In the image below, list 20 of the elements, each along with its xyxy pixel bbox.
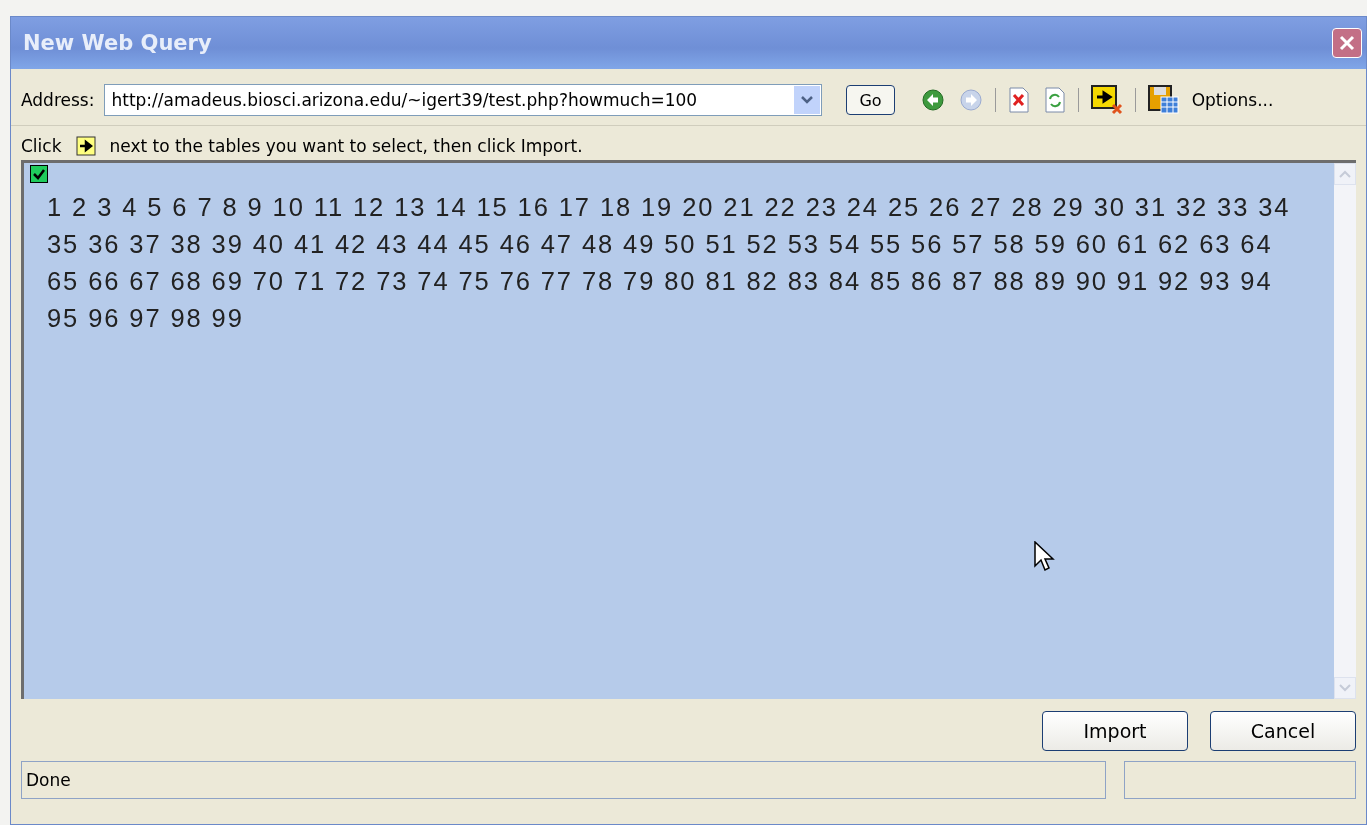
go-button[interactable]: Go bbox=[846, 85, 895, 115]
address-field[interactable]: http://amadeus.biosci.arizona.edu/~igert39/test.php?howmuch=100 bbox=[104, 84, 823, 116]
cancel-button[interactable]: Cancel bbox=[1210, 711, 1356, 751]
table-checkbox[interactable] bbox=[30, 165, 48, 183]
table-text: 1 2 3 4 5 6 7 8 9 10 11 12 13 14 15 16 17 18 19 20 21 22 23 24 25 26 27 28 29 30 31 32 33 34 35 36 37 38 39 40 41 42 43 44 45 46 47 48 49 50 51 52 53 54 55 56 57 58 59 60 61 62 63 64 65 66 67 68 69 70 71 72 73 74 75 76 77 78 79 80 81 82 83 84 85 86 87 88 89 90 91 92 93 94 95 96 97 98 99 bbox=[47, 192, 1292, 334]
status-text: Done bbox=[21, 761, 1106, 799]
import-button[interactable]: Import bbox=[1042, 711, 1188, 751]
window-title: New Web Query bbox=[23, 31, 212, 55]
chevron-down-icon[interactable] bbox=[801, 96, 814, 104]
cursor-icon bbox=[1034, 541, 1056, 573]
arrow-icon bbox=[75, 136, 96, 156]
instruction-text: Click bbox=[21, 136, 62, 156]
instruction-text: next to the tables you want to select, then click Import. bbox=[109, 136, 583, 156]
options-button[interactable]: Options... bbox=[1191, 90, 1274, 110]
close-button[interactable] bbox=[1332, 28, 1362, 58]
save-icon[interactable] bbox=[1145, 83, 1182, 117]
close-icon[interactable] bbox=[1338, 34, 1356, 52]
address-label: Address: bbox=[21, 90, 95, 110]
hide-icons-icon[interactable] bbox=[1088, 83, 1125, 117]
dropdown-button[interactable] bbox=[794, 86, 821, 114]
